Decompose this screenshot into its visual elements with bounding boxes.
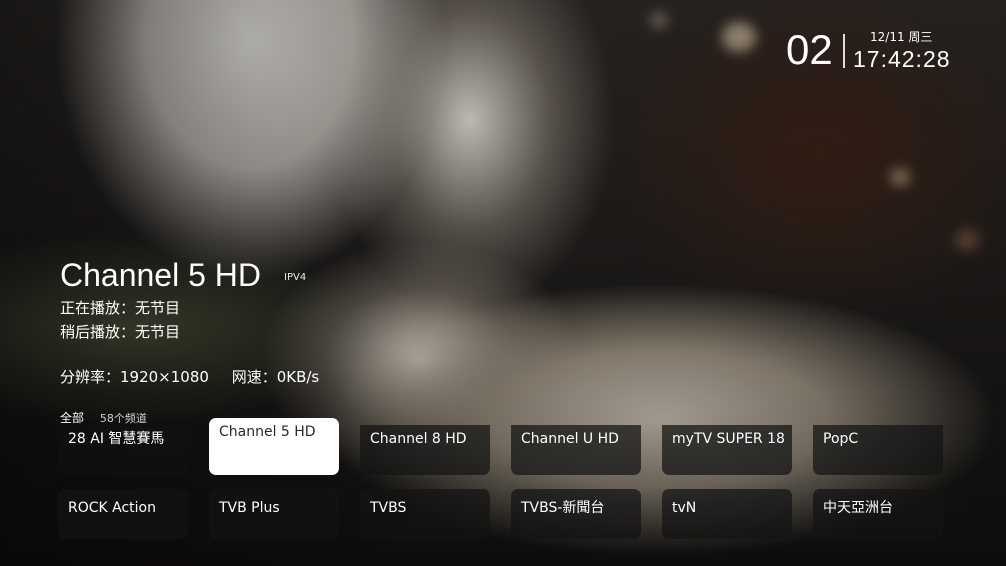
stream-stats: 分辨率：1920×1080 网速：0KB/s — [60, 367, 337, 387]
channel-tile-selected[interactable]: Channel 5 HD — [209, 418, 339, 475]
channel-tile[interactable]: TVBS — [360, 489, 490, 539]
now-playing-text: 正在播放：无节目 — [60, 299, 181, 317]
clock-date: 12/11 周三 — [870, 30, 933, 44]
clock-time: 17:42:28 — [853, 46, 951, 72]
channel-tile[interactable]: PopC — [813, 425, 943, 475]
channel-tile[interactable]: TVBS-新聞台 — [511, 489, 641, 539]
channel-tile[interactable]: myTV SUPER 18 — [662, 425, 792, 475]
channel-count: 58个频道 — [99, 412, 147, 425]
channel-tile[interactable]: Channel 8 HD — [360, 425, 490, 475]
channel-tile[interactable]: Channel U HD — [511, 425, 641, 475]
clock-divider — [843, 34, 845, 68]
resolution-text: 分辨率：1920×1080 — [60, 368, 209, 386]
channel-tile[interactable]: ROCK Action — [58, 489, 188, 539]
channel-group-label[interactable]: 全部 — [60, 411, 84, 425]
channel-tile[interactable]: 28 AI 智慧賽馬 — [58, 425, 188, 475]
channel-tile[interactable]: 中天亞洲台 — [813, 489, 943, 539]
channel-tile[interactable]: TVB Plus — [209, 489, 339, 539]
protocol-badge: IPV4 — [284, 272, 307, 283]
up-next-text: 稍后播放：无节目 — [60, 323, 181, 341]
current-channel-number: 02 — [786, 26, 833, 73]
channel-grid: 28 AI 智慧賽馬 Channel 5 HD Channel 8 HD Channe… — [58, 418, 943, 539]
channel-title: Channel 5 HD — [60, 257, 261, 293]
channel-tile[interactable]: tvN — [662, 489, 792, 539]
network-speed-text: 网速：0KB/s — [231, 368, 320, 386]
